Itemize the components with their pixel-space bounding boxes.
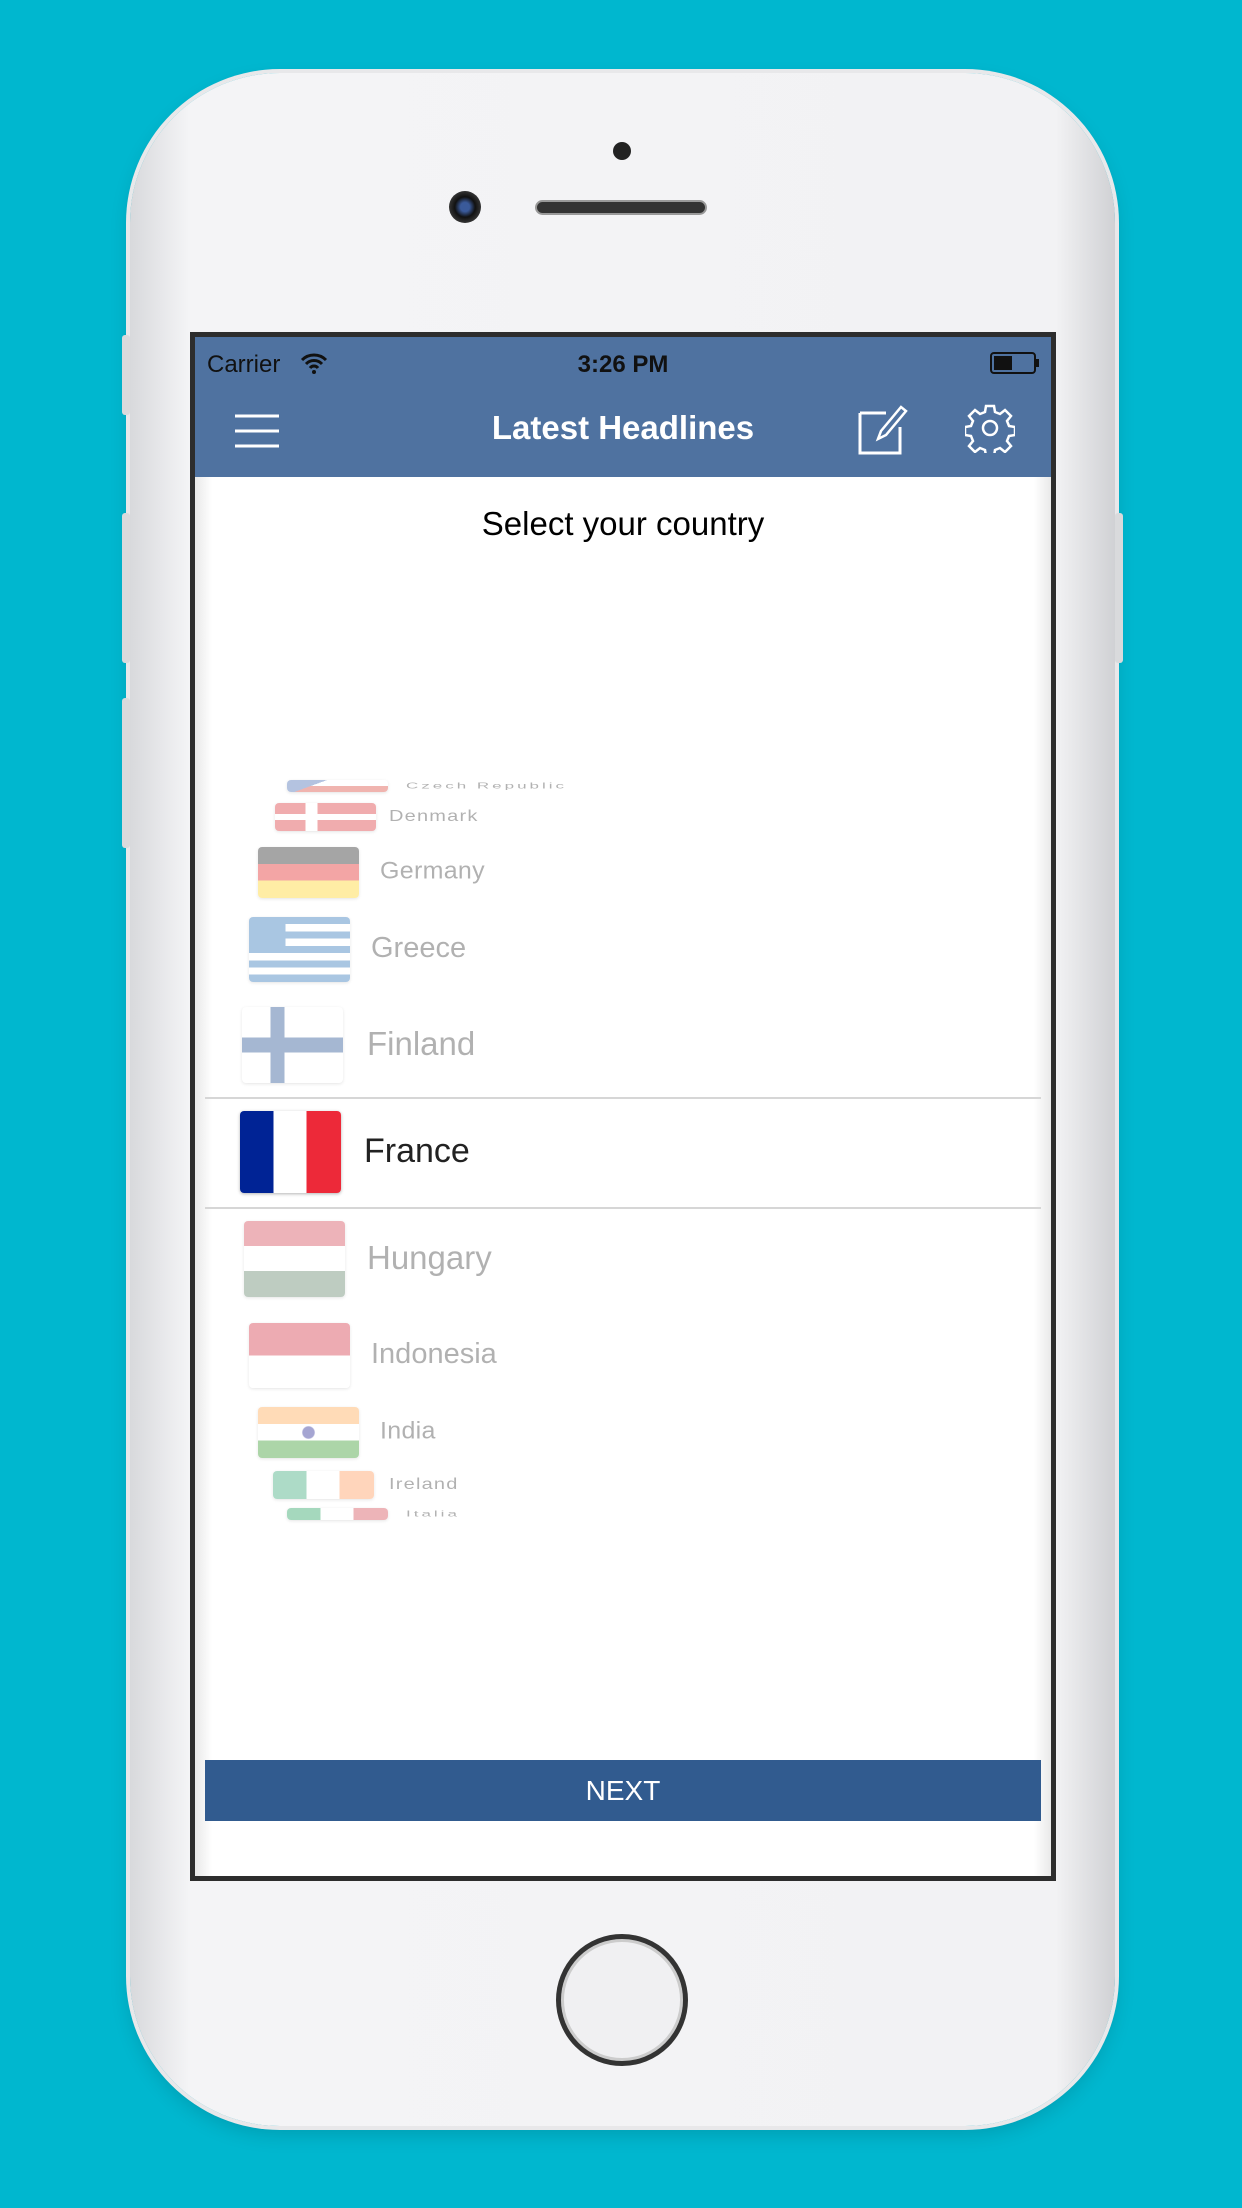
- country-option[interactable]: Greece: [195, 899, 1051, 999]
- flag-id-icon: [249, 1322, 350, 1388]
- flag-gr-icon: [249, 916, 350, 982]
- flag-fr-icon: [240, 1111, 341, 1193]
- country-name: Italia: [406, 1508, 460, 1519]
- menu-icon[interactable]: [233, 413, 281, 449]
- flag-fi-icon: [242, 1007, 343, 1083]
- country-option[interactable]: Hungary: [195, 1209, 1051, 1309]
- country-option[interactable]: Finland: [195, 995, 1051, 1095]
- front-camera: [449, 191, 481, 223]
- power-button: [1115, 513, 1123, 663]
- volume-up-button: [122, 513, 130, 663]
- settings-gear-icon[interactable]: [965, 403, 1015, 453]
- picker-selection-top-line: [205, 1097, 1041, 1099]
- country-name: France: [364, 1131, 470, 1170]
- country-name: Greece: [371, 931, 467, 964]
- country-option[interactable]: France: [195, 1102, 1051, 1202]
- status-time: 3:26 PM: [577, 351, 669, 378]
- content-area: Select your country Czech Republic Denmar…: [195, 477, 1051, 1876]
- compose-icon[interactable]: [858, 403, 910, 455]
- battery-icon: [990, 352, 1039, 374]
- earpiece-speaker: [535, 200, 707, 215]
- country-name: Germany: [380, 857, 485, 885]
- select-country-heading: Select your country: [481, 505, 765, 542]
- home-button[interactable]: [556, 1934, 688, 2066]
- flag-de-icon: [258, 846, 359, 898]
- proximity-sensor: [613, 142, 631, 160]
- nav-bar: Carrier 3:26 PM Latest Headlines: [195, 337, 1051, 477]
- flag-hu-icon: [244, 1221, 345, 1297]
- next-button[interactable]: NEXT: [205, 1760, 1041, 1821]
- flag-it-icon: [287, 1508, 388, 1520]
- app-screen: Carrier 3:26 PM Latest Headlines Select …: [190, 332, 1056, 1881]
- volume-down-button: [122, 698, 130, 848]
- country-name: Hungary: [367, 1239, 492, 1277]
- country-option[interactable]: Italia: [195, 1464, 1051, 1564]
- country-name: Indonesia: [371, 1337, 497, 1370]
- country-name: Finland: [367, 1025, 476, 1063]
- picker-selection-bottom-line: [205, 1207, 1041, 1209]
- page-title: Latest Headlines: [491, 409, 755, 446]
- mute-switch: [122, 335, 130, 415]
